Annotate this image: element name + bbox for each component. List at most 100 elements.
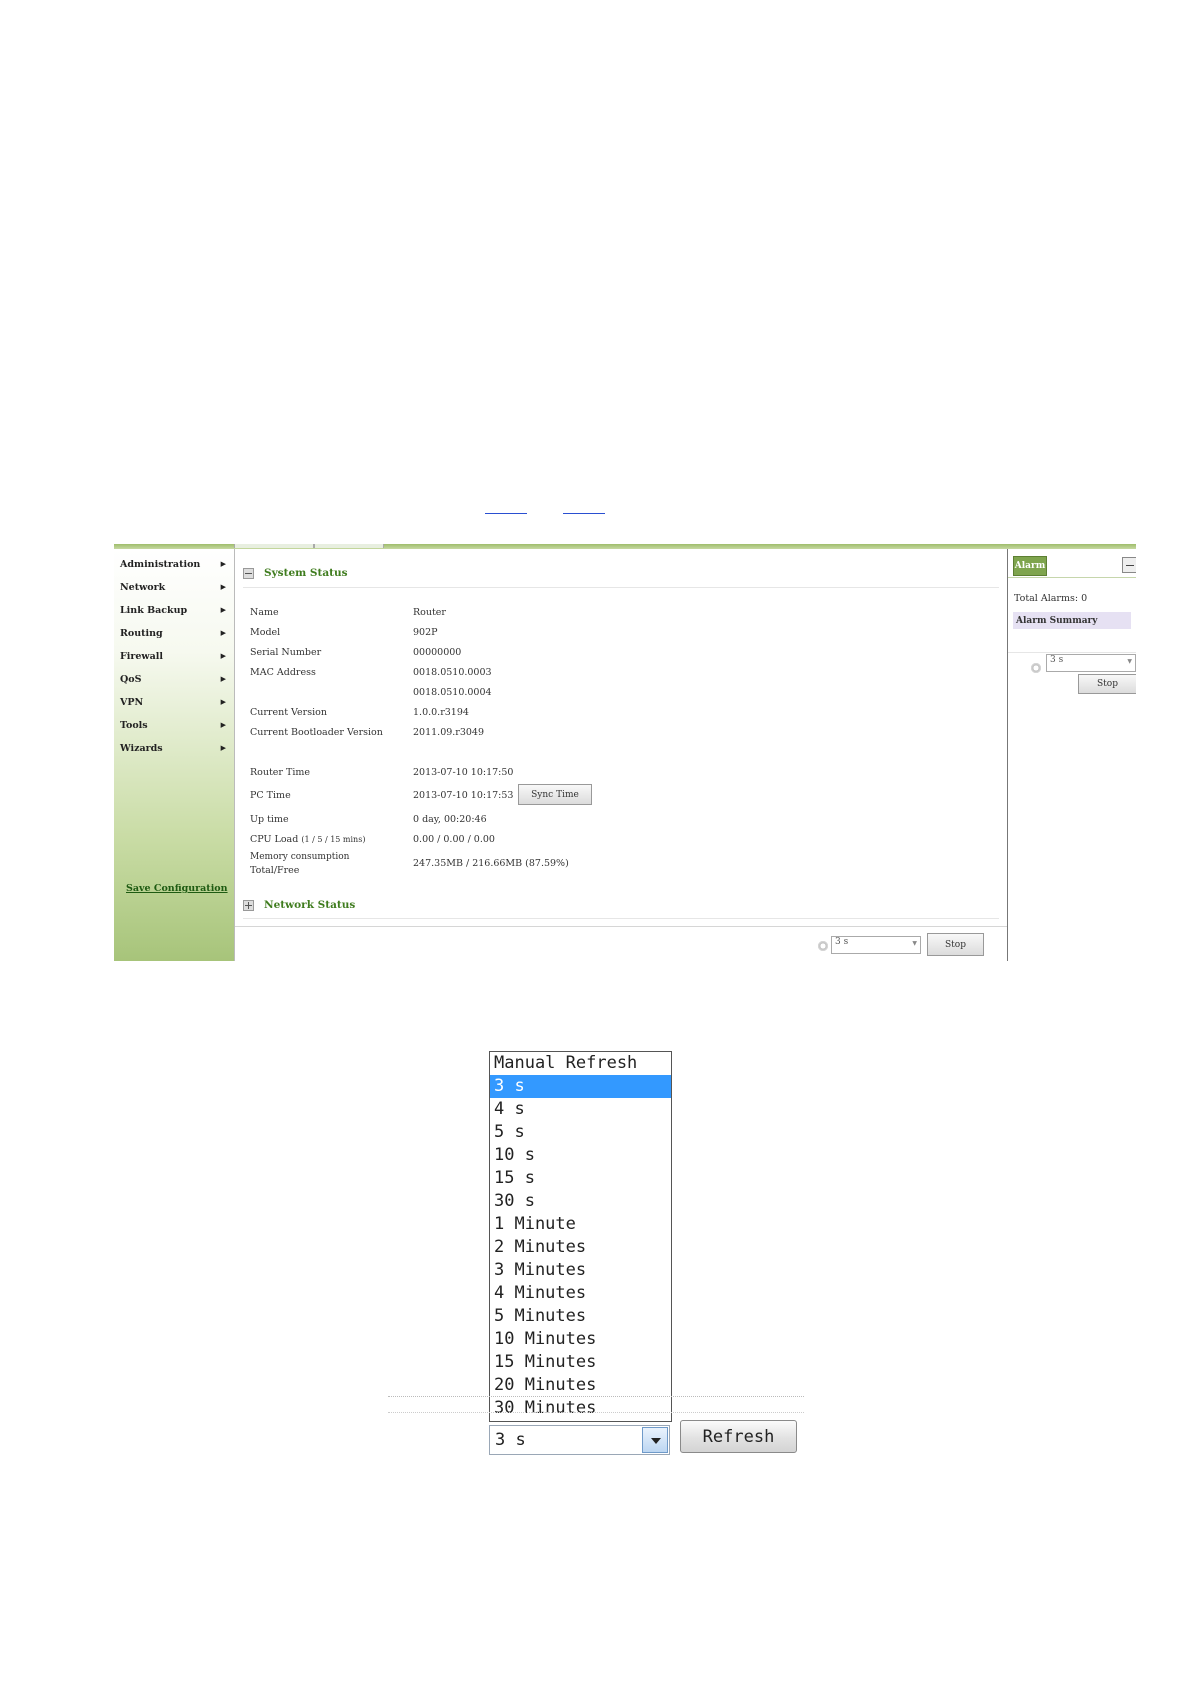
expand-icon[interactable] [243,899,254,911]
field-label: Model [250,627,281,638]
system-status-header[interactable]: System Status [243,567,348,579]
chevron-right-icon: ▶ [220,559,226,568]
chevron-right-icon: ▶ [220,720,226,729]
sidebar-item-qos[interactable]: QoS ▶ [120,674,232,685]
dropdown-option[interactable]: 3 Minutes [490,1259,671,1282]
sidebar-item-label: Firewall [120,651,163,662]
chevron-down-icon: ▼ [912,940,917,947]
combobox-value: 3 s [495,1430,526,1450]
chevron-right-icon: ▶ [220,605,226,614]
top-tab[interactable] [234,544,314,548]
field-value: 902P [413,627,438,638]
refresh-interval-select[interactable]: 3 s ▼ [831,936,921,954]
chevron-down-icon[interactable] [642,1427,668,1453]
alarm-refresh-select[interactable]: 3 s ▼ [1046,654,1136,672]
loading-icon [817,940,829,952]
total-alarms: Total Alarms: 0 [1014,593,1088,604]
dropdown-option[interactable]: 30 Minutes [490,1397,671,1420]
dropdown-option[interactable]: 4 Minutes [490,1282,671,1305]
collapse-icon[interactable] [243,567,254,579]
field-value: 2013-07-10 10:17:53 [413,790,514,801]
chevron-right-icon: ▶ [220,628,226,637]
alarm-summary[interactable]: Alarm Summary [1013,612,1131,629]
sidebar-item-firewall[interactable]: Firewall ▶ [120,651,232,662]
dropdown-option[interactable]: 15 Minutes [490,1351,671,1374]
section-title: Network Status [264,899,356,911]
sidebar-item-wizards[interactable]: Wizards ▶ [120,743,232,754]
field-label: Current Bootloader Version [250,727,383,738]
field-value: 0018.0510.0004 [413,687,492,698]
section-title: System Status [264,567,348,579]
field-value: 2011.09.r3049 [413,727,485,738]
field-value: 247.35MB / 216.66MB (87.59%) [413,858,569,869]
field-value: 0018.0510.0003 [413,667,492,678]
top-tab[interactable] [314,544,384,548]
stop-button[interactable]: Stop [927,933,984,956]
dropdown-option[interactable]: 5 Minutes [490,1305,671,1328]
router-status-screenshot: Administration ▶ Network ▶ Link Backup ▶… [114,544,1136,961]
minimize-icon[interactable] [1122,557,1136,573]
sidebar-item-routing[interactable]: Routing ▶ [120,628,232,639]
field-label: CPU Load [250,834,299,845]
chevron-down-icon: ▼ [1127,658,1132,665]
sidebar-item-label: Link Backup [120,605,188,616]
dropdown-option[interactable]: 5 s [490,1121,671,1144]
link-stub[interactable] [485,501,527,514]
sidebar-item-network[interactable]: Network ▶ [120,582,232,593]
divider [243,587,999,588]
divider [1008,652,1136,653]
refresh-interval-combobox[interactable]: 3 s [489,1425,670,1455]
sync-time-button[interactable]: Sync Time [518,784,592,805]
sidebar-item-label: VPN [120,697,144,708]
loading-icon [1030,662,1042,674]
dropdown-option[interactable]: 1 Minute [490,1213,671,1236]
sidebar-item-vpn[interactable]: VPN ▶ [120,697,232,708]
alarm-tab[interactable]: Alarm [1013,556,1047,576]
refresh-button[interactable]: Refresh [680,1420,797,1453]
sidebar: Administration ▶ Network ▶ Link Backup ▶… [114,549,234,961]
field-value: 0.00 / 0.00 / 0.00 [413,834,495,845]
sidebar-item-administration[interactable]: Administration ▶ [120,559,232,570]
select-value: 3 s [835,937,849,947]
network-status-header[interactable]: Network Status [243,899,355,911]
field-value: 2013-07-10 10:17:50 [413,767,514,778]
divider [243,918,999,919]
cpu-label: CPU Load (1 / 5 / 15 mins) [250,834,365,845]
dropdown-option[interactable]: 20 Minutes [490,1374,671,1397]
divider [388,1412,804,1413]
divider [388,1396,804,1397]
dropdown-option-selected[interactable]: 3 s [490,1075,671,1098]
dropdown-option[interactable]: 30 s [490,1190,671,1213]
alarm-stop-button[interactable]: Stop [1078,674,1136,694]
divider [1008,577,1136,578]
field-label: Total/Free [250,865,300,876]
field-label: Memory consumption [250,852,350,862]
field-label: Serial Number [250,647,322,658]
chevron-right-icon: ▶ [220,697,226,706]
field-value: 1.0.0.r3194 [413,707,469,718]
save-configuration-link[interactable]: Save Configuration [126,883,228,894]
field-label: Name [250,607,279,618]
link-stub[interactable] [563,501,605,514]
field-value: 00000000 [413,647,462,658]
dropdown-option[interactable]: 10 Minutes [490,1328,671,1351]
sidebar-item-label: Network [120,582,166,593]
dropdown-option[interactable]: 10 s [490,1144,671,1167]
sidebar-item-label: Routing [120,628,163,639]
sidebar-item-link-backup[interactable]: Link Backup ▶ [120,605,232,616]
chevron-right-icon: ▶ [220,743,226,752]
field-label: Current Version [250,707,327,718]
dropdown-option[interactable]: 15 s [490,1167,671,1190]
sidebar-item-label: Tools [120,720,148,731]
divider [235,926,1007,927]
sidebar-item-tools[interactable]: Tools ▶ [120,720,232,731]
field-value: 0 day, 00:20:46 [413,814,487,825]
refresh-interval-dropdown: Manual Refresh 3 s 4 s 5 s 10 s 15 s 30 … [489,1051,672,1422]
chevron-right-icon: ▶ [220,651,226,660]
dropdown-option[interactable]: 4 s [490,1098,671,1121]
sidebar-item-label: QoS [120,674,142,685]
dropdown-option[interactable]: Manual Refresh [490,1052,671,1075]
field-label: Up time [250,814,289,825]
dropdown-option[interactable]: 2 Minutes [490,1236,671,1259]
chevron-right-icon: ▶ [220,582,226,591]
